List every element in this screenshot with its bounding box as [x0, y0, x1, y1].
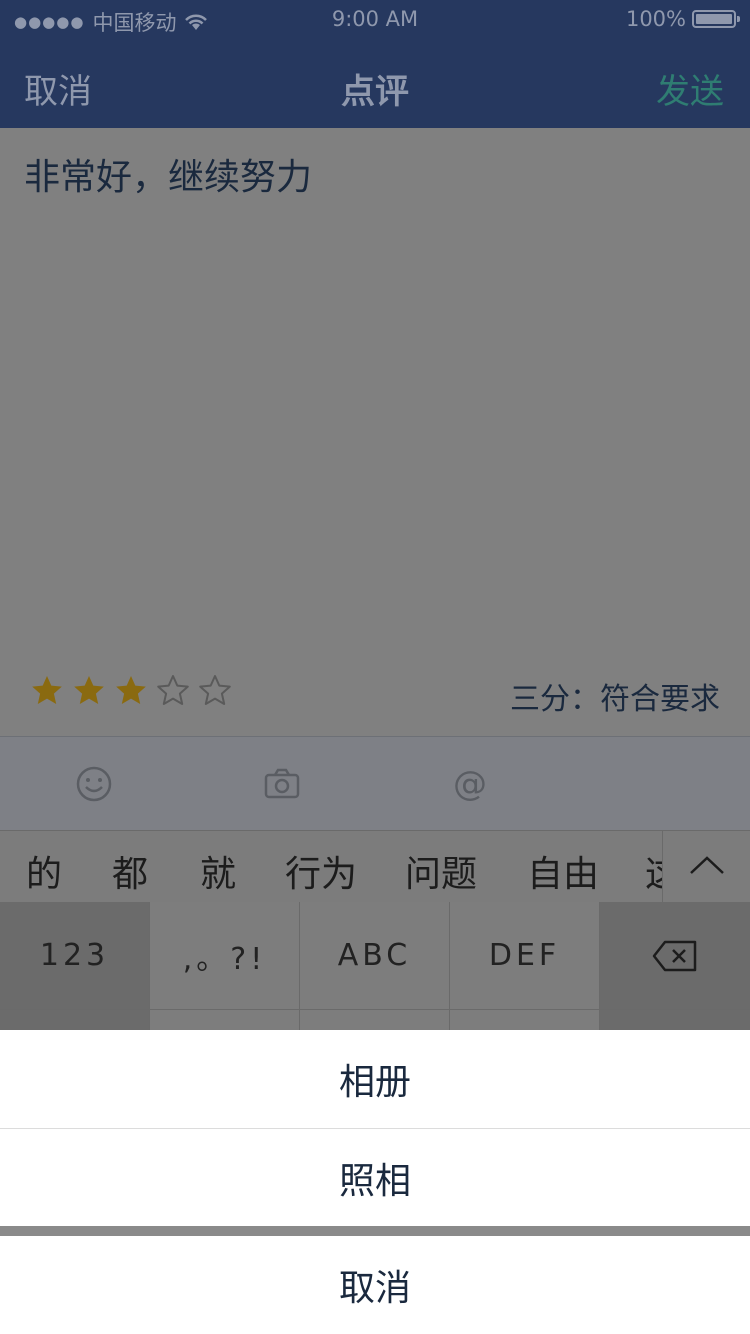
key-def[interactable]: DEF	[450, 902, 600, 1010]
candidate-word[interactable]: 的	[26, 845, 62, 897]
chevron-up-icon	[690, 856, 724, 874]
comment-editor[interactable]: 非常好，继续努力	[0, 128, 750, 736]
battery-icon	[692, 10, 740, 28]
emoji-icon[interactable]	[75, 765, 113, 803]
star-filled-icon[interactable]	[114, 674, 148, 708]
backspace-icon	[652, 940, 697, 971]
candidate-word[interactable]: 行为	[285, 845, 357, 897]
candidate-word[interactable]: 问题	[405, 845, 477, 897]
svg-text:@: @	[453, 765, 487, 803]
key-punctuation[interactable]: ,。?!	[150, 902, 300, 1010]
star-filled-icon[interactable]	[30, 674, 64, 708]
action-sheet-cancel-button[interactable]: 取消	[0, 1236, 750, 1334]
take-photo-button[interactable]: 照相	[0, 1128, 750, 1226]
key-123[interactable]: 123	[0, 902, 150, 1010]
candidate-word[interactable]: 自由	[527, 845, 599, 897]
input-toolbar: @	[0, 736, 750, 831]
expand-candidates-button[interactable]	[662, 831, 750, 903]
navigation-bar: 取消 点评 发送	[0, 40, 750, 128]
camera-icon[interactable]	[263, 765, 301, 803]
album-label: 相册	[338, 1062, 411, 1103]
star-empty-icon[interactable]	[156, 674, 190, 708]
delete-key[interactable]	[600, 902, 750, 1010]
candidate-word[interactable]: 就	[200, 845, 236, 897]
comment-text[interactable]: 非常好，继续努力	[24, 148, 312, 200]
cancel-label: 取消	[338, 1268, 411, 1309]
key-abc[interactable]: ABC	[300, 902, 450, 1010]
candidate-bar: 的 都 就 行为 问题 自由 这	[0, 830, 750, 903]
rating-row: 三分：符合要求	[0, 664, 750, 736]
camera-label: 照相	[338, 1160, 411, 1202]
rating-label: 三分：符合要求	[510, 682, 720, 717]
send-button[interactable]: 发送	[656, 64, 724, 113]
page-title: 点评	[341, 72, 409, 112]
candidate-word[interactable]: 这	[645, 845, 662, 897]
candidate-word[interactable]: 都	[112, 845, 148, 897]
star-empty-icon[interactable]	[198, 674, 232, 708]
choose-album-button[interactable]: 相册	[0, 1030, 750, 1128]
at-mention-icon[interactable]: @	[451, 765, 489, 803]
battery-percent: 100%	[625, 7, 686, 31]
action-sheet-separator	[0, 1226, 750, 1236]
status-bar: ●●●●● 中国移动 9:00 AM 100%	[0, 0, 750, 40]
star-filled-icon[interactable]	[72, 674, 106, 708]
